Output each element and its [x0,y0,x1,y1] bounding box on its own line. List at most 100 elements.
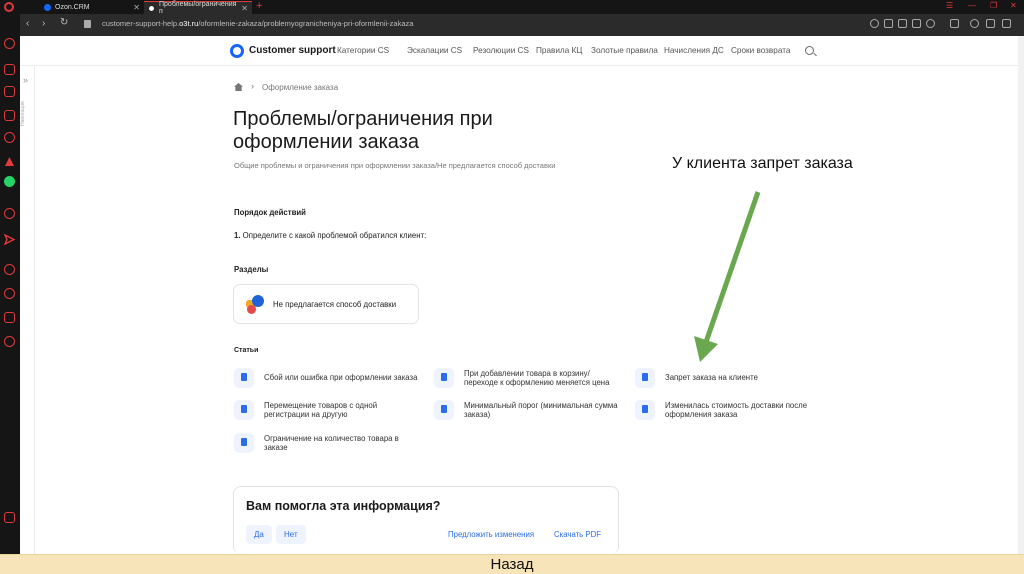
close-window-icon[interactable]: ✕ [1010,1,1017,10]
twitch-icon[interactable] [4,86,15,97]
new-tab-icon[interactable]: + [256,0,262,12]
articles-heading: Статьи [234,347,259,354]
brand-name[interactable]: Customer support [249,45,336,56]
back-bar[interactable]: Назад [0,554,1024,574]
feedback-title: Вам помогла эта информация? [246,499,441,513]
profile-icon[interactable] [970,19,979,28]
article-link[interactable]: Минимальный порог (минимальная сумма зак… [434,400,624,420]
article-title: Ограничение на количество товара в заказ… [264,433,399,453]
extensions-icon[interactable] [950,19,959,28]
article-link[interactable]: Запрет заказа на клиенте [635,368,825,388]
url-path: /oformlenie-zakaza/problemyogranicheniya… [198,19,414,28]
article-title: Перемещение товаров с одной регистрации … [264,400,378,420]
document-icon [234,433,254,453]
tab-menu-icon[interactable]: ☰ [946,1,953,10]
page-favicon-icon [148,4,155,12]
aria-icon[interactable] [4,132,15,143]
search-page-icon[interactable] [870,19,879,28]
delivery-section-icon [246,295,266,315]
rail-label: Навигация [20,101,26,126]
brand-logo-icon[interactable] [230,44,244,58]
document-icon [434,368,454,388]
article-title: Запрет заказа на клиенте [665,373,758,383]
opera-logo-icon[interactable] [4,2,14,12]
downloads-icon[interactable] [1002,19,1011,28]
step-text: Определите с какой проблемой обратился к… [240,231,427,240]
nav-rules-kc[interactable]: Правила КЦ [536,46,582,55]
site-header: Customer support Категории CS Эскалации … [20,36,1018,66]
minimize-icon[interactable]: — [968,1,976,10]
article-link[interactable]: Сбой или ошибка при оформлении заказа [234,368,424,388]
actions-heading: Порядок действий [234,208,306,217]
suggest-changes-link[interactable]: Предложить изменения [448,530,534,539]
web-page: Customer support Категории CS Эскалации … [20,36,1018,554]
article-title: При добавлении товара в корзину/ переход… [464,368,610,388]
article-link[interactable]: Ограничение на количество товара в заказ… [234,433,424,453]
sections-heading: Разделы [234,265,269,274]
cube-icon[interactable] [4,312,15,323]
document-icon [635,368,655,388]
article-title: Изменилась стоимость доставки после офор… [665,400,808,420]
document-icon [234,400,254,420]
tab-close-icon[interactable]: ✕ [133,3,140,12]
whatsapp-icon[interactable] [4,176,15,187]
breadcrumb-chevron-icon: › [251,81,254,91]
tab-ozon-crm[interactable]: Ozon.CRM ✕ [40,1,144,14]
article-link[interactable]: При добавлении товара в корзину/ переход… [434,368,624,388]
section-card-label: Не предлагается способ доставки [273,300,397,309]
settings-gear-icon[interactable] [4,336,15,347]
vpn-icon[interactable] [912,19,921,28]
history-icon[interactable] [4,288,15,299]
easy-setup-icon[interactable] [986,19,995,28]
instagram-icon[interactable] [4,110,15,121]
article-link[interactable]: Изменилась стоимость доставки после офор… [635,400,825,420]
search-icon[interactable] [805,46,814,55]
expand-nav-chevron-icon[interactable]: » [23,75,28,85]
ai-triangle-icon[interactable] [4,154,15,166]
share-icon[interactable] [884,19,893,28]
tab-label: Ozon.CRM [55,4,90,11]
nav-categories-cs[interactable]: Категории CS [337,46,389,55]
nav-return-terms[interactable]: Сроки возврата [731,46,790,55]
nav-golden-rules[interactable]: Золотые правила [591,46,658,55]
player-icon[interactable] [4,208,15,219]
download-pdf-link[interactable]: Скачать PDF [554,530,601,539]
back-label: Назад [490,556,534,573]
camera-icon[interactable] [898,19,907,28]
article-link[interactable]: Перемещение товаров с одной регистрации … [234,400,424,420]
bookmark-heart-icon[interactable] [926,19,935,28]
browser-tab-bar: Ozon.CRM ✕ Проблемы/ограничения п ✕ + ☰ … [0,0,1024,15]
url-prefix: customer-support-help. [102,19,180,28]
annotation-arrow [694,191,761,362]
forward-icon[interactable]: › [42,18,45,29]
page-title: Проблемы/ограничения при оформлении зака… [233,108,493,153]
tab-label: Проблемы/ограничения п [159,1,237,15]
section-card-delivery[interactable]: Не предлагается способ доставки [233,284,419,324]
maximize-icon[interactable]: ❐ [990,1,997,10]
nav-escalations-cs[interactable]: Эскалации CS [407,46,462,55]
nav-resolutions-cs[interactable]: Резолюции CS [473,46,529,55]
tab-current[interactable]: Проблемы/ограничения п ✕ [144,1,252,15]
speed-dial-icon[interactable] [4,38,15,49]
page-scrollbar[interactable] [1018,36,1024,554]
url-domain: o3t.ru [179,19,199,28]
annotation-text: У клиента запрет заказа [672,155,853,172]
sidebar-setup-icon[interactable] [4,512,15,523]
back-icon[interactable]: ‹ [26,18,29,29]
page-subtitle: Общие проблемы и ограничения при оформле… [234,161,556,170]
browser-sidebar [0,14,20,574]
heart-icon[interactable] [4,264,15,275]
address-bar: ‹ › ↻ customer-support-help.o3t.ru/oform… [20,14,1024,36]
home-icon[interactable] [234,83,243,91]
feedback-yes-button[interactable]: Да [246,525,272,544]
feedback-card: Вам помогла эта информация? Да Нет Предл… [233,486,619,554]
send-icon[interactable] [3,232,16,246]
step-1: 1. Определите с какой проблемой обратилс… [234,231,426,240]
url-field[interactable]: customer-support-help.o3t.ru/oformlenie-… [102,19,413,28]
nav-accruals[interactable]: Начисления ДС [664,46,724,55]
feedback-no-button[interactable]: Нет [276,525,306,544]
shopping-bag-icon[interactable] [4,64,15,75]
tab-close-icon[interactable]: ✕ [241,4,248,13]
breadcrumb-current[interactable]: Оформление заказа [262,83,338,92]
reload-icon[interactable]: ↻ [60,17,68,28]
